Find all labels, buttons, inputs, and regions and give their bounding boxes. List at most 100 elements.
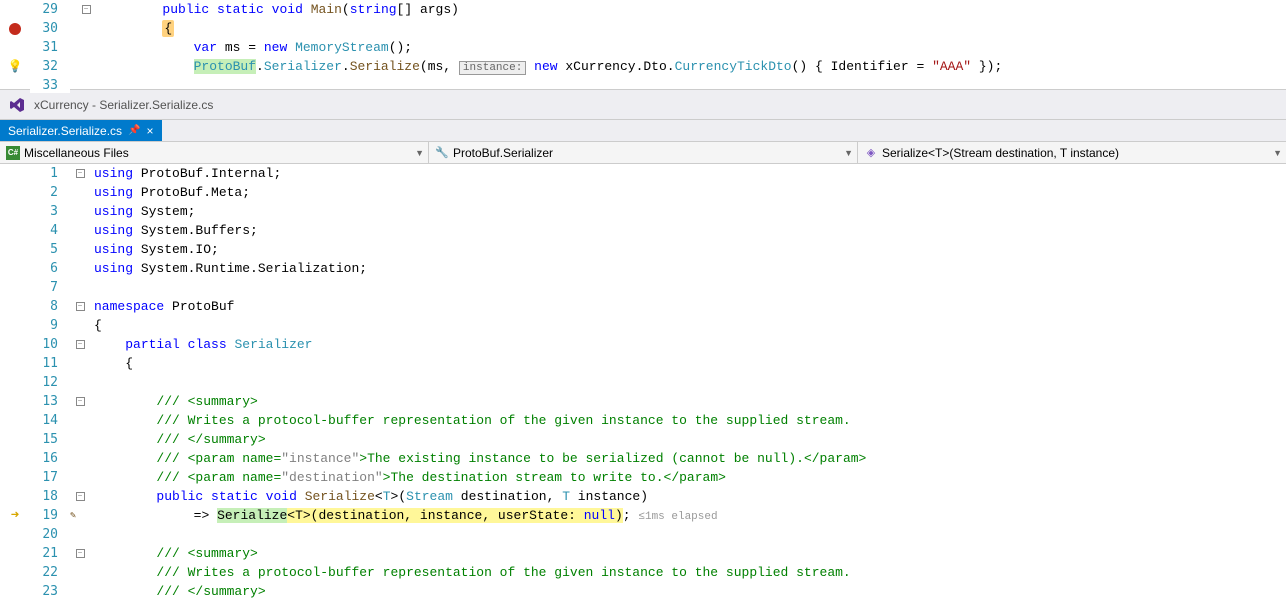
code-line[interactable]: 6 using System.Runtime.Serialization; xyxy=(0,259,1286,278)
chevron-down-icon: ▼ xyxy=(844,148,853,158)
code-line[interactable]: ➜19✎ => Serialize<T>(destination, instan… xyxy=(0,506,1286,525)
code-text[interactable]: using System.Runtime.Serialization; xyxy=(90,261,1286,276)
code-text[interactable]: using System; xyxy=(90,204,1286,219)
pin-icon[interactable]: 📌 xyxy=(128,125,140,136)
code-text[interactable]: namespace ProtoBuf xyxy=(90,299,1286,314)
code-text[interactable]: public static void Serialize<T>(Stream d… xyxy=(90,489,1286,504)
code-line[interactable]: 17 /// <param name="destination">The des… xyxy=(0,468,1286,487)
vs-logo-icon xyxy=(8,96,26,114)
line-number: 7 xyxy=(30,280,70,295)
code-line[interactable]: 2using ProtoBuf.Meta; xyxy=(0,183,1286,202)
chevron-down-icon: ▼ xyxy=(1273,148,1282,158)
line-number: 10 xyxy=(30,337,70,352)
code-line[interactable]: 33 xyxy=(0,76,1286,95)
code-text[interactable]: { xyxy=(96,21,1286,36)
breakpoint-icon[interactable] xyxy=(9,23,21,35)
code-line[interactable]: 5using System.IO; xyxy=(0,240,1286,259)
outline-margin: − xyxy=(70,340,90,349)
code-text[interactable]: /// <param name="destination">The destin… xyxy=(90,470,1286,485)
outline-margin: − xyxy=(70,549,90,558)
line-number: 11 xyxy=(30,356,70,371)
code-text[interactable]: /// <param name="instance">The existing … xyxy=(90,451,1286,466)
lightbulb-icon[interactable]: 💡 xyxy=(8,59,23,74)
code-line[interactable]: 8−namespace ProtoBuf xyxy=(0,297,1286,316)
code-line[interactable]: 29 − public static void Main(string[] arg… xyxy=(0,0,1286,19)
collapse-icon[interactable]: − xyxy=(76,492,85,501)
code-text[interactable]: /// <summary> xyxy=(90,546,1286,561)
line-number: 6 xyxy=(30,261,70,276)
line-number: 9 xyxy=(30,318,70,333)
code-text[interactable]: ProtoBuf.Serializer.Serialize(ms, instan… xyxy=(96,59,1286,74)
code-line[interactable]: 💡32 ProtoBuf.Serializer.Serialize(ms, in… xyxy=(0,57,1286,76)
line-number: 13 xyxy=(30,394,70,409)
line-number: 20 xyxy=(30,527,70,542)
code-line[interactable]: 22 /// Writes a protocol-buffer represen… xyxy=(0,563,1286,582)
current-line-arrow-icon: ➜ xyxy=(11,507,19,524)
code-text[interactable]: /// </summary> xyxy=(90,584,1286,599)
outline-margin: − xyxy=(70,169,90,178)
line-number: 31 xyxy=(30,40,70,55)
code-text[interactable]: using System.Buffers; xyxy=(90,223,1286,238)
line-number: 15 xyxy=(30,432,70,447)
code-line[interactable]: 14 /// Writes a protocol-buffer represen… xyxy=(0,411,1286,430)
code-line[interactable]: 18− public static void Serialize<T>(Stre… xyxy=(0,487,1286,506)
code-line[interactable]: 9{ xyxy=(0,316,1286,335)
code-line[interactable]: 12 xyxy=(0,373,1286,392)
tab-serializer-cs[interactable]: Serializer.Serialize.cs 📌 × xyxy=(0,120,162,141)
line-number: 14 xyxy=(30,413,70,428)
nav-project-label: Miscellaneous Files xyxy=(24,146,129,160)
line-number: 16 xyxy=(30,451,70,466)
code-line[interactable]: 20 xyxy=(0,525,1286,544)
navigation-bar: C# Miscellaneous Files ▼ 🔧 ProtoBuf.Seri… xyxy=(0,142,1286,164)
code-line[interactable]: 13− /// <summary> xyxy=(0,392,1286,411)
code-text[interactable]: public static void Main(string[] args) xyxy=(96,2,1286,17)
code-line[interactable]: 15 /// </summary> xyxy=(0,430,1286,449)
line-number: 30 xyxy=(30,21,70,36)
nav-class-label: ProtoBuf.Serializer xyxy=(453,146,553,160)
nav-class[interactable]: 🔧 ProtoBuf.Serializer ▼ xyxy=(429,142,858,163)
collapse-icon[interactable]: − xyxy=(76,549,85,558)
code-line[interactable]: 11 { xyxy=(0,354,1286,373)
tab-label: Serializer.Serialize.cs xyxy=(8,124,122,138)
code-line[interactable]: 23 /// </summary> xyxy=(0,582,1286,601)
edit-icon: ✎ xyxy=(70,510,76,522)
code-line[interactable]: 4using System.Buffers; xyxy=(0,221,1286,240)
collapse-icon[interactable]: − xyxy=(76,397,85,406)
code-text[interactable]: /// <summary> xyxy=(90,394,1286,409)
line-number: 29 xyxy=(30,2,70,17)
bottom-code-pane: 1−using ProtoBuf.Internal;2using ProtoBu… xyxy=(0,164,1286,601)
collapse-icon[interactable]: − xyxy=(76,302,85,311)
code-text[interactable]: /// </summary> xyxy=(90,432,1286,447)
code-line[interactable]: 21− /// <summary> xyxy=(0,544,1286,563)
code-line[interactable]: 10− partial class Serializer xyxy=(0,335,1286,354)
code-line[interactable]: 31 var ms = new MemoryStream(); xyxy=(0,38,1286,57)
code-text[interactable]: partial class Serializer xyxy=(90,337,1286,352)
nav-project[interactable]: C# Miscellaneous Files ▼ xyxy=(0,142,429,163)
code-text[interactable]: { xyxy=(90,318,1286,333)
code-text[interactable]: /// Writes a protocol-buffer representat… xyxy=(90,413,1286,428)
outline-margin: − xyxy=(70,492,90,501)
code-line[interactable]: 1−using ProtoBuf.Internal; xyxy=(0,164,1286,183)
code-text[interactable]: /// Writes a protocol-buffer representat… xyxy=(90,565,1286,580)
code-line[interactable]: 16 /// <param name="instance">The existi… xyxy=(0,449,1286,468)
outline-margin: − xyxy=(70,302,90,311)
code-line[interactable]: 30 { xyxy=(0,19,1286,38)
code-line[interactable]: 7 xyxy=(0,278,1286,297)
code-text[interactable]: => Serialize<T>(destination, instance, u… xyxy=(96,508,1286,523)
collapse-icon[interactable]: − xyxy=(82,5,91,14)
glyph-margin: 💡 xyxy=(0,59,30,74)
code-text[interactable]: var ms = new MemoryStream(); xyxy=(96,40,1286,55)
code-text[interactable]: using System.IO; xyxy=(90,242,1286,257)
code-line[interactable]: 3using System; xyxy=(0,202,1286,221)
code-text[interactable]: using ProtoBuf.Internal; xyxy=(90,166,1286,181)
code-text[interactable]: using ProtoBuf.Meta; xyxy=(90,185,1286,200)
collapse-icon[interactable]: − xyxy=(76,169,85,178)
code-text[interactable]: { xyxy=(90,356,1286,371)
outline-margin: − xyxy=(76,5,96,14)
title-text: xCurrency - Serializer.Serialize.cs xyxy=(34,98,213,112)
outline-margin: − xyxy=(70,397,90,406)
glyph-margin: ➜ xyxy=(0,507,30,524)
nav-member[interactable]: ◈ Serialize<T>(Stream destination, T ins… xyxy=(858,142,1286,163)
collapse-icon[interactable]: − xyxy=(76,340,85,349)
close-icon[interactable]: × xyxy=(147,124,154,138)
